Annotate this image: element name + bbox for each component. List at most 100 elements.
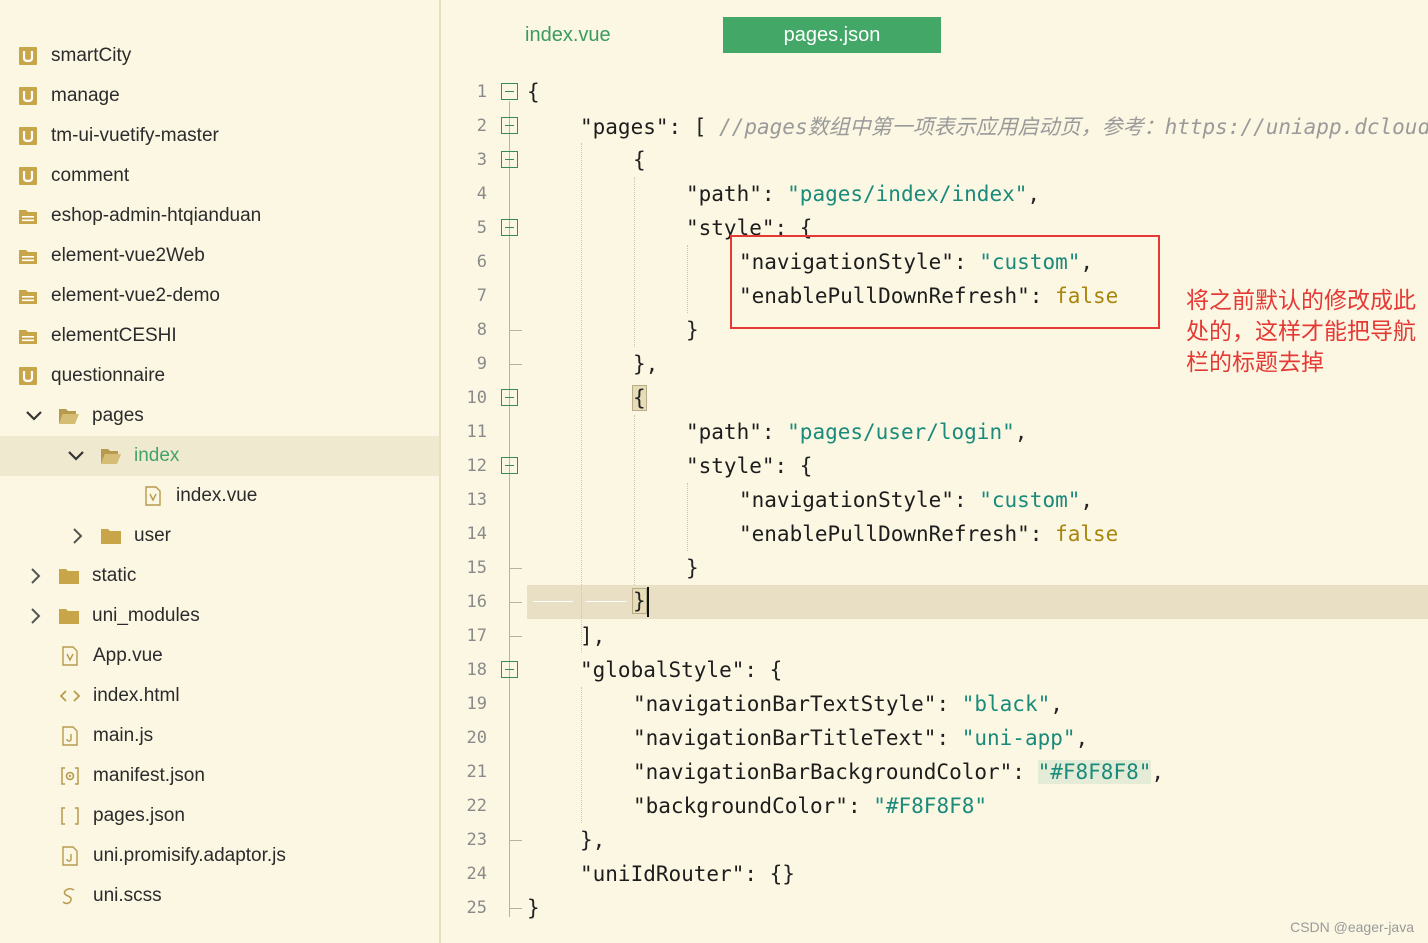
chevron-down-icon[interactable] [24,406,44,426]
code-line-4: 4 "path": "pages/index/index", [441,177,1428,211]
code-line-11: 11 "path": "pages/user/login", [441,415,1428,449]
fold-collapse-icon[interactable] [501,83,518,100]
uni-project-icon [17,45,39,67]
tree-item-pages-json[interactable]: pages.json [0,796,439,836]
tree-item-tm-ui-vuetify-master[interactable]: tm-ui-vuetify-master [0,116,439,156]
line-number: 16 [466,592,487,612]
line-number: 19 [466,694,487,714]
chevron-right-icon[interactable] [26,566,46,586]
line-number: 22 [466,796,487,816]
fold-guide-end [509,636,522,637]
code-area[interactable]: 1 { 2 "pages": [ //pages数组中第一项表示应用启动页，参考… [441,75,1428,943]
tree-item-index-html[interactable]: index.html [0,676,439,716]
fold-collapse-icon[interactable] [501,117,518,134]
line-number: 21 [466,762,487,782]
code-text: }, [633,352,659,376]
tree-item-uni-promisify-adaptor-js[interactable]: uni.promisify.adaptor.js [0,836,439,876]
code-line-25: 25 } [441,891,1428,925]
folder-open-icon [100,445,122,467]
tree-item-index-folder[interactable]: index [0,436,439,476]
uni-project-icon [17,125,39,147]
line-number: 7 [476,286,487,306]
tree-item-label: smartCity [51,45,132,66]
fold-collapse-icon[interactable] [501,661,518,678]
tree-item-smartcity[interactable]: smartCity [0,36,439,76]
vue-file-icon [59,645,81,667]
tree-item-elementceshi[interactable]: elementCESHI [0,316,439,356]
tree-item-eshop-admin-htqianduan[interactable]: eshop-admin-htqianduan [0,196,439,236]
tab-pages-json[interactable]: pages.json [723,17,941,53]
folder-project-icon [17,285,39,307]
tree-item-questionnaire[interactable]: questionnaire [0,356,439,396]
tree-item-label: App.vue [93,645,163,666]
uni-project-icon [17,165,39,187]
code-text: "navigationBarTextStyle": "black", [633,692,1063,716]
code-line-14: 14 "enablePullDownRefresh": false [441,517,1428,551]
line-number: 25 [466,898,487,918]
tree-item-label: user [134,525,171,546]
line-number: 5 [476,218,487,238]
folder-project-icon [17,325,39,347]
code-text: } [686,556,699,580]
fold-collapse-icon[interactable] [501,219,518,236]
tree-item-element-vue2web[interactable]: element-vue2Web [0,236,439,276]
line-number: 10 [466,388,487,408]
tab-index-vue[interactable]: index.vue [497,17,697,53]
chevron-down-icon[interactable] [66,446,86,466]
tree-item-main-js[interactable]: main.js [0,716,439,756]
code-text: "navigationBarTitleText": "uni-app", [633,726,1089,750]
tree-item-label: index.vue [176,485,258,506]
tree-item-manifest-json[interactable]: manifest.json [0,756,439,796]
tree-item-uni-scss[interactable]: uni.scss [0,876,439,916]
fold-collapse-icon[interactable] [501,151,518,168]
code-line-10: 10 { [441,381,1428,415]
tree-item-label: index [134,445,180,466]
code-line-21: 21 "navigationBarBackgroundColor": "#F8F… [441,755,1428,789]
code-text: "enablePullDownRefresh": false [739,522,1119,546]
line-number: 8 [476,320,487,340]
tree-item-comment[interactable]: comment [0,156,439,196]
code-line-23: 23 }, [441,823,1428,857]
tree-item-app-vue[interactable]: App.vue [0,636,439,676]
code-text: "navigationBarBackgroundColor": "#F8F8F8… [633,760,1165,784]
line-number: 11 [466,422,487,442]
tree-item-element-vue2-demo[interactable]: element-vue2-demo [0,276,439,316]
code-text: "style": { [686,454,813,478]
tree-item-label: comment [51,165,130,186]
chevron-right-icon[interactable] [68,526,88,546]
line-number: 6 [476,252,487,272]
code-line-16: 16 } [441,585,1428,619]
line-number: 2 [476,116,487,136]
tree-item-uni-modules[interactable]: uni_modules [0,596,439,636]
tree-item-user[interactable]: user [0,516,439,556]
folder-open-icon [58,405,80,427]
text-cursor [646,587,649,617]
code-text: "path": "pages/user/login", [686,420,1028,444]
fold-guide-end [509,330,522,331]
js-file-icon [59,845,81,867]
js-file-icon [59,725,81,747]
folder-icon [58,565,80,587]
line-number: 17 [466,626,487,646]
fold-collapse-icon[interactable] [501,457,518,474]
tree-item-label: element-vue2Web [51,245,205,266]
folder-icon [58,605,80,627]
tree-item-index-vue[interactable]: index.vue [0,476,439,516]
code-text: "uniIdRouter": {} [580,862,795,886]
html-file-icon [59,685,81,707]
code-editor[interactable]: index.vue pages.json 1 { 2 "pages": [ //… [441,0,1428,943]
tree-item-static[interactable]: static [0,556,439,596]
project-explorer: smartCity manage tm-ui-vuetify-master co… [0,0,439,943]
whitespace-marker [533,601,573,602]
fold-collapse-icon[interactable] [501,389,518,406]
code-text: "path": "pages/index/index", [686,182,1041,206]
code-line-3: 3 { [441,143,1428,177]
tree-item-manage[interactable]: manage [0,76,439,116]
json-file-icon [59,805,81,827]
tree-item-label: main.js [93,725,154,746]
chevron-right-icon[interactable] [26,606,46,626]
line-number: 12 [466,456,487,476]
line-number: 3 [476,150,487,170]
code-line-13: 13 "navigationStyle": "custom", [441,483,1428,517]
tree-item-pages[interactable]: pages [0,396,439,436]
